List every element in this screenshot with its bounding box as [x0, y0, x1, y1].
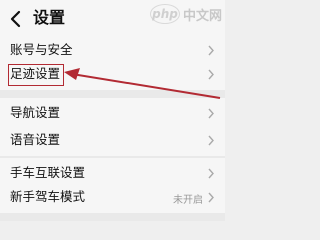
chevron-right-icon — [208, 168, 214, 179]
chevron-right-icon — [208, 192, 214, 203]
highlight-box — [8, 64, 64, 86]
settings-item-value: 未开启 — [173, 195, 203, 206]
settings-item-novice-mode[interactable]: 新手驾车模式 未开启 — [0, 182, 225, 213]
chevron-right-icon — [208, 45, 214, 56]
settings-item-label: 语音设置 — [10, 132, 61, 147]
settings-item-label: 手车互联设置 — [10, 165, 86, 180]
back-button[interactable] — [4, 6, 26, 32]
chevron-right-icon — [208, 135, 214, 146]
chevron-left-icon — [10, 10, 21, 28]
settings-item-label: 新手驾车模式 — [10, 189, 86, 204]
watermark-text: 中文网 — [183, 8, 223, 24]
php-logo: php — [150, 4, 180, 24]
section-gap — [0, 213, 225, 221]
top-bar: 设置 php 中文网 — [0, 0, 225, 36]
watermark: php 中文网 — [150, 4, 222, 24]
annotation-arrow-icon — [64, 68, 221, 99]
settings-item-label: 账号与安全 — [10, 42, 73, 57]
settings-item-label: 导航设置 — [10, 105, 61, 120]
page-title: 设置 — [33, 8, 66, 27]
settings-item-voice[interactable]: 语音设置 — [0, 125, 225, 156]
